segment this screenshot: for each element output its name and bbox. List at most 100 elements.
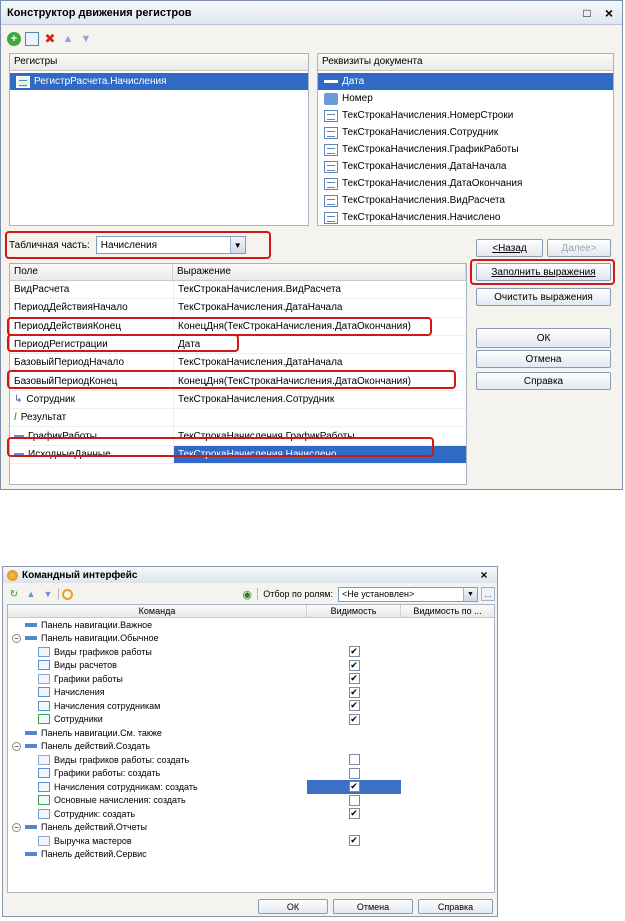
collapse-toggle-icon[interactable]: − xyxy=(12,822,21,832)
table-row[interactable]: / Результат xyxy=(10,409,466,428)
next-button[interactable]: Далее> xyxy=(547,239,611,257)
delete-icon[interactable]: ✖ xyxy=(43,31,57,46)
col-command[interactable]: Команда xyxy=(8,605,307,617)
command-label: Сотрудник: создать xyxy=(54,808,136,819)
move-down-icon[interactable]: ▼ xyxy=(41,587,55,601)
expr-cell[interactable]: ТекСтрокаНачисления.ДатаНачала xyxy=(173,299,466,317)
help-button[interactable]: Справка xyxy=(476,372,611,390)
maximize-button[interactable]: □ xyxy=(578,5,596,21)
doc-prop-item[interactable]: ТекСтрокаНачисления.ГрафикРаботы xyxy=(318,141,613,158)
table-row[interactable]: Начисления сотрудникам ✔ xyxy=(8,699,494,713)
back-label: <Назад xyxy=(492,242,527,254)
visibility-cell: ✔ xyxy=(307,807,401,821)
back-button[interactable]: <Назад xyxy=(476,239,543,257)
col-visibility-by[interactable]: Видимость по ... xyxy=(401,605,494,617)
move-up-icon[interactable]: ▲ xyxy=(61,32,75,46)
visibility-checkbox[interactable]: ✔ xyxy=(348,808,360,820)
doc-prop-item[interactable]: ТекСтрокаНачисления.Начислено xyxy=(318,209,613,226)
visibility-checkbox[interactable]: ✔ xyxy=(348,673,360,685)
table-row[interactable]: Панель навигации.См. также xyxy=(8,726,494,740)
visibility-checkbox[interactable] xyxy=(348,767,360,779)
visibility-cell xyxy=(307,848,401,862)
visibility-checkbox[interactable]: ✔ xyxy=(348,659,360,671)
command-cell: Начисления xyxy=(8,687,307,698)
visibility-cell: ✔ xyxy=(307,713,401,727)
table-row[interactable]: Основные начисления: создать xyxy=(8,794,494,808)
table-row[interactable]: − Панель навигации.Обычное xyxy=(8,632,494,646)
table-row[interactable]: Панель навигации.Важное xyxy=(8,618,494,632)
doc-prop-item[interactable]: ТекСтрокаНачисления.Сотрудник xyxy=(318,124,613,141)
visibility-checkbox[interactable]: ✔ xyxy=(348,835,360,847)
visibility-checkbox[interactable]: ✔ xyxy=(348,700,360,712)
table-row[interactable]: − Панель действий.Создать xyxy=(8,740,494,754)
close-button[interactable]: × xyxy=(600,5,618,21)
expr-cell[interactable]: ТекСтрокаНачисления.ВидРасчета xyxy=(173,281,466,299)
doc-prop-item[interactable]: Номер xyxy=(318,90,613,107)
table-row[interactable]: Графики работы: создать xyxy=(8,767,494,781)
close-button[interactable]: × xyxy=(475,567,493,583)
roles-icon[interactable]: ◉ xyxy=(240,587,254,601)
table-row[interactable]: Выручка мастеров ✔ xyxy=(8,834,494,848)
col-expression[interactable]: Выражение xyxy=(173,264,466,280)
doc-prop-label: ТекСтрокаНачисления.ДатаНачала xyxy=(342,161,507,172)
collapse-toggle-icon[interactable]: − xyxy=(12,741,21,751)
filter-label: Отбор по ролям: xyxy=(263,589,333,599)
doc-prop-item[interactable]: ТекСтрокаНачисления.НомерСтроки xyxy=(318,107,613,124)
move-up-icon[interactable]: ▲ xyxy=(24,587,38,601)
ok-button[interactable]: ОК xyxy=(258,899,328,914)
refresh-icon[interactable]: ↻ xyxy=(7,587,21,601)
chevron-down-icon[interactable]: ▼ xyxy=(463,587,477,601)
doc-prop-item[interactable]: ТекСтрокаНачисления.ДатаНачала xyxy=(318,158,613,175)
collapse-toggle-icon[interactable]: − xyxy=(12,633,21,643)
commands-grid-body: Панель навигации.Важное − Панель навигации… xyxy=(8,618,494,861)
copy-icon[interactable] xyxy=(25,32,39,46)
visibility-checkbox[interactable]: ✔ xyxy=(348,713,360,725)
move-down-icon[interactable]: ▼ xyxy=(79,32,93,46)
expr-cell[interactable]: ТекСтрокаНачисления.Сотрудник xyxy=(173,390,466,409)
table-row[interactable]: Графики работы ✔ xyxy=(8,672,494,686)
table-row[interactable]: Виды графиков работы: создать xyxy=(8,753,494,767)
table-row[interactable]: Виды расчетов ✔ xyxy=(8,659,494,673)
expr-cell[interactable] xyxy=(173,409,466,427)
table-row[interactable]: Сотрудник: создать ✔ xyxy=(8,807,494,821)
doc-prop-label: ТекСтрокаНачисления.Сотрудник xyxy=(342,127,499,138)
add-icon[interactable]: + xyxy=(7,32,21,46)
col-visibility[interactable]: Видимость xyxy=(307,605,401,617)
clear-expressions-button[interactable]: Очистить выражения xyxy=(476,288,611,306)
help-button[interactable]: Справка xyxy=(418,899,493,914)
globe-icon[interactable] xyxy=(62,588,73,600)
expr-cell[interactable]: ТекСтрокаНачисления.ДатаНачала xyxy=(173,354,466,372)
register-item[interactable]: РегистрРасчета.Начисления xyxy=(10,73,308,90)
visibility-checkbox[interactable] xyxy=(348,794,360,806)
table-row[interactable]: Начисления ✔ xyxy=(8,686,494,700)
table-row[interactable]: ПериодДействияНачало ТекСтрокаНачисления.… xyxy=(10,299,466,318)
doc-prop-item[interactable]: ТекСтрокаНачисления.ДатаОкончания xyxy=(318,175,613,192)
ellipsis-button[interactable]: ... xyxy=(481,587,495,601)
doc-prop-item[interactable]: ТекСтрокаНачисления.ВидРасчета xyxy=(318,192,613,209)
grid-header: Поле Выражение xyxy=(10,264,466,281)
roles-filter-combo[interactable]: <Не установлен> ▼ xyxy=(338,586,478,602)
visibility-checkbox[interactable] xyxy=(348,754,360,766)
register-item-label: РегистрРасчета.Начисления xyxy=(34,76,167,87)
table-row[interactable]: Сотрудники ✔ xyxy=(8,713,494,727)
visibility-checkbox[interactable]: ✔ xyxy=(348,646,360,658)
doc-prop-item[interactable]: Дата xyxy=(318,73,613,90)
table-row[interactable]: ↳ Сотрудник ТекСтрокаНачисления.Сотрудник xyxy=(10,390,466,410)
field-cell: ВидРасчета xyxy=(14,284,70,296)
cancel-button[interactable]: Отмена xyxy=(333,899,413,914)
command-icon xyxy=(38,673,50,684)
visibility-cell xyxy=(307,821,401,835)
table-attribute-icon xyxy=(324,143,338,156)
visibility-checkbox[interactable]: ✔ xyxy=(348,781,360,793)
command-icon xyxy=(38,714,50,725)
col-field[interactable]: Поле xyxy=(10,264,173,280)
commands-grid: Команда Видимость Видимость по ... Панел… xyxy=(7,604,495,893)
table-row[interactable]: Виды графиков работы ✔ xyxy=(8,645,494,659)
table-row[interactable]: ВидРасчета ТекСтрокаНачисления.ВидРасчета xyxy=(10,281,466,300)
cancel-button[interactable]: Отмена xyxy=(476,350,611,368)
visibility-checkbox[interactable]: ✔ xyxy=(348,686,360,698)
table-row[interactable]: Панель действий.Сервис xyxy=(8,848,494,862)
ok-button[interactable]: ОК xyxy=(476,328,611,348)
table-row[interactable]: Начисления сотрудникам: создать ✔ xyxy=(8,780,494,794)
table-row[interactable]: − Панель действий.Отчеты xyxy=(8,821,494,835)
